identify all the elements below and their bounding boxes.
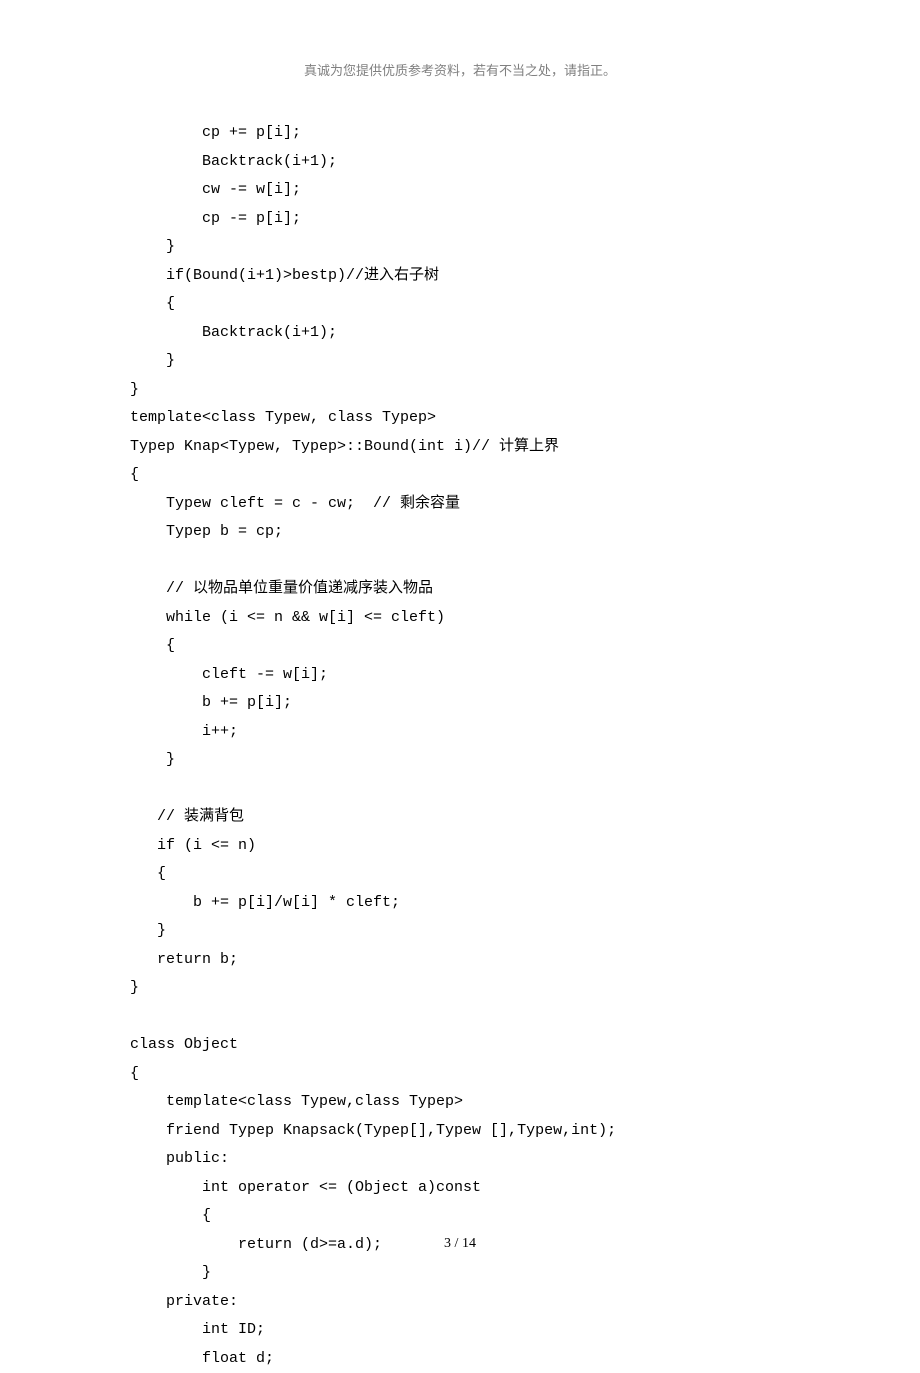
page-number-separator: / xyxy=(451,1236,462,1251)
code-line: b += p[i]; xyxy=(130,689,790,718)
code-line: if(Bound(i+1)>bestp)//进入右子树 xyxy=(130,262,790,291)
code-line: { xyxy=(130,860,790,889)
code-line: // 以物品单位重量价值递减序装入物品 xyxy=(130,575,790,604)
code-line: { xyxy=(130,1202,790,1231)
code-line: template<class Typew,class Typep> xyxy=(130,1088,790,1117)
code-line: } xyxy=(130,347,790,376)
code-line: int operator <= (Object a)const xyxy=(130,1174,790,1203)
page-header: 真诚为您提供优质参考资料，若有不当之处，请指正。 xyxy=(130,60,790,79)
code-line xyxy=(130,775,790,804)
page-number-total: 14 xyxy=(462,1236,476,1251)
code-line: class Object xyxy=(130,1031,790,1060)
code-line: } xyxy=(130,917,790,946)
code-line: } xyxy=(130,974,790,1003)
document-page: 真诚为您提供优质参考资料，若有不当之处，请指正。 cp += p[i]; Bac… xyxy=(0,0,920,1302)
code-line: Backtrack(i+1); xyxy=(130,319,790,348)
code-line: friend Typep Knapsack(Typep[],Typew [],T… xyxy=(130,1117,790,1146)
code-line: } xyxy=(130,233,790,262)
code-line: Typep b = cp; xyxy=(130,518,790,547)
page-number-current: 3 xyxy=(444,1236,451,1251)
code-line xyxy=(130,547,790,576)
code-line: Typew cleft = c - cw; // 剩余容量 xyxy=(130,490,790,519)
code-line: i++; xyxy=(130,718,790,747)
code-line: cw -= w[i]; xyxy=(130,176,790,205)
code-line: return b; xyxy=(130,946,790,975)
code-line: } xyxy=(130,376,790,405)
code-line: cp -= p[i]; xyxy=(130,205,790,234)
code-line: } xyxy=(130,1259,790,1288)
code-line: public: xyxy=(130,1145,790,1174)
code-line: { xyxy=(130,1060,790,1089)
header-text: 真诚为您提供优质参考资料，若有不当之处，请指正。 xyxy=(304,63,616,78)
code-block: cp += p[i]; Backtrack(i+1); cw -= w[i]; … xyxy=(130,119,790,1373)
code-line: int ID; xyxy=(130,1316,790,1345)
code-line: // 装满背包 xyxy=(130,803,790,832)
page-footer: 3 / 14 xyxy=(0,1236,920,1252)
code-line: Backtrack(i+1); xyxy=(130,148,790,177)
code-line: Typep Knap<Typew, Typep>::Bound(int i)//… xyxy=(130,433,790,462)
code-line xyxy=(130,1003,790,1032)
code-line: template<class Typew, class Typep> xyxy=(130,404,790,433)
code-line: } xyxy=(130,746,790,775)
code-line: cp += p[i]; xyxy=(130,119,790,148)
code-line: { xyxy=(130,632,790,661)
code-line: while (i <= n && w[i] <= cleft) xyxy=(130,604,790,633)
code-line: if (i <= n) xyxy=(130,832,790,861)
code-line: { xyxy=(130,461,790,490)
code-line: float d; xyxy=(130,1345,790,1373)
code-line: { xyxy=(130,290,790,319)
code-line: cleft -= w[i]; xyxy=(130,661,790,690)
code-line: b += p[i]/w[i] * cleft; xyxy=(130,889,790,918)
